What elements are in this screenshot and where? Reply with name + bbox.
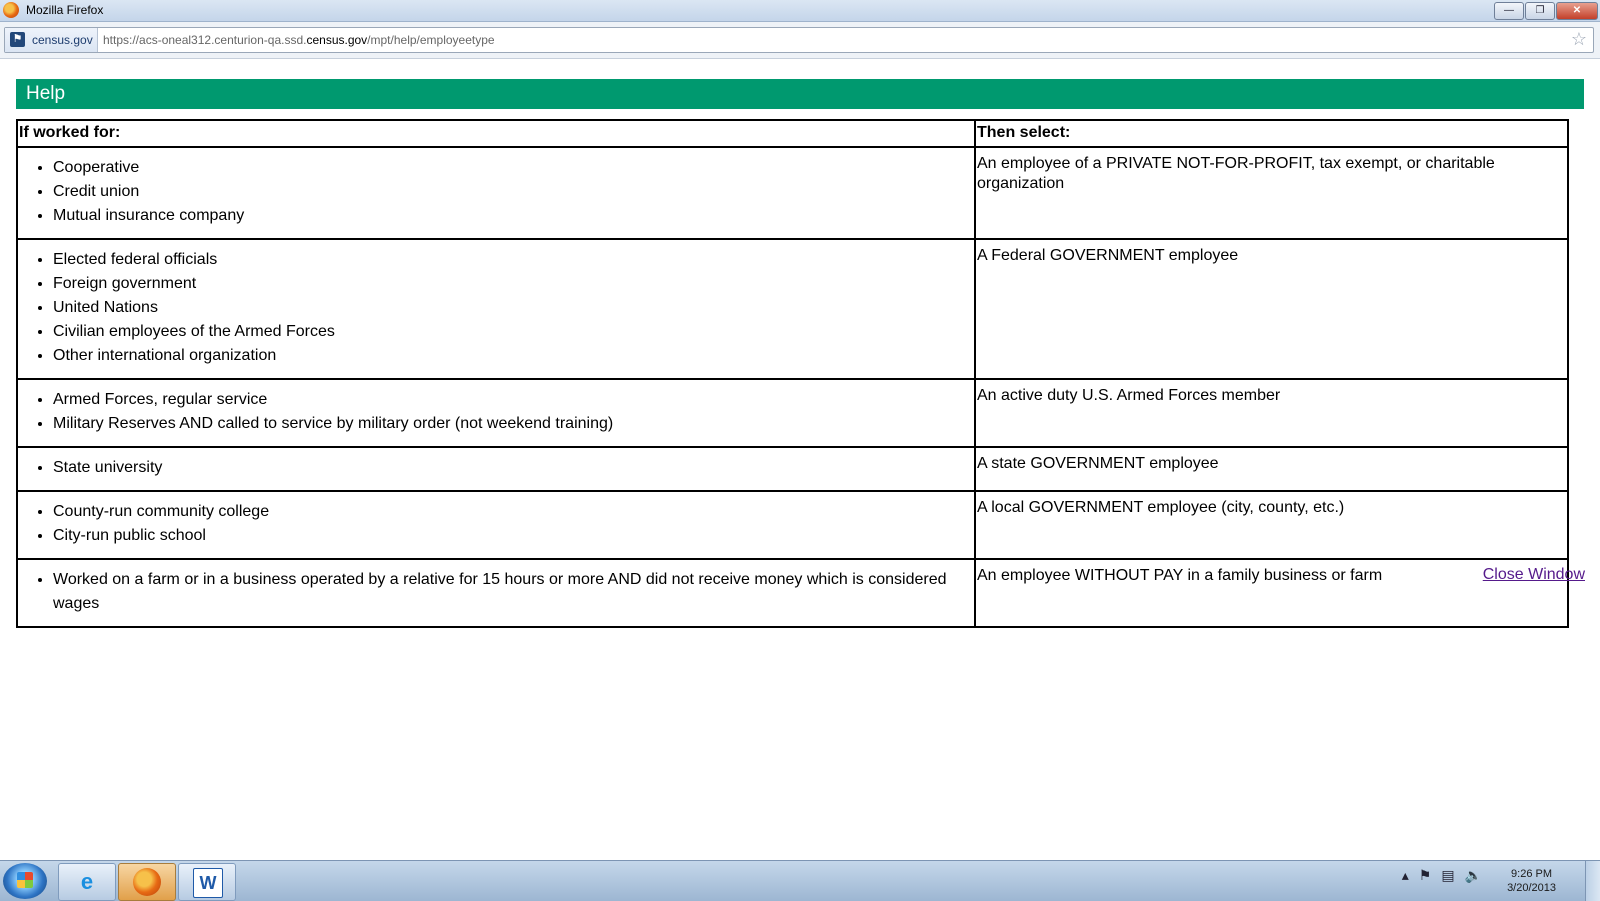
employer-list-item: Military Reserves AND called to service …: [53, 412, 973, 436]
close-button[interactable]: ✕: [1556, 2, 1598, 20]
window-titlebar: Mozilla Firefox — ❐ ✕: [0, 0, 1600, 22]
windows-logo-icon: [17, 872, 33, 888]
then-select-cell: A Federal GOVERNMENT employee: [974, 238, 1569, 380]
then-select-cell: An active duty U.S. Armed Forces member: [974, 378, 1569, 448]
taskbar-firefox[interactable]: [118, 863, 176, 901]
if-worked-for-cell: Worked on a farm or in a business operat…: [16, 558, 976, 628]
employee-type-table: If worked for: Then select: CooperativeC…: [16, 119, 1569, 628]
column-header-then-select: Then select:: [974, 119, 1569, 148]
employer-list-item: Credit union: [53, 180, 973, 204]
employer-list-item: City-run public school: [53, 524, 973, 548]
navigation-bar: ⚑ census.gov https://acs-oneal312.centur…: [0, 22, 1600, 59]
if-worked-for-cell: State university: [16, 446, 976, 492]
table-row: Armed Forces, regular serviceMilitary Re…: [16, 378, 1569, 448]
firefox-icon: [133, 868, 161, 896]
employer-list: Worked on a farm or in a business operat…: [19, 568, 973, 616]
table-row: Worked on a farm or in a business operat…: [16, 558, 1569, 628]
show-hidden-icons-icon[interactable]: ▴: [1402, 867, 1409, 884]
window-controls: — ❐ ✕: [1493, 2, 1598, 20]
table-body: CooperativeCredit unionMutual insurance …: [16, 146, 1569, 628]
employer-list: CooperativeCredit unionMutual insurance …: [19, 156, 973, 228]
minimize-button[interactable]: —: [1494, 2, 1524, 20]
system-tray: ▴ ⚑ ▤ 🔈: [1402, 867, 1482, 884]
employer-list: State university: [19, 456, 973, 480]
window-title: Mozilla Firefox: [26, 3, 104, 17]
table-row: Elected federal officialsForeign governm…: [16, 238, 1569, 380]
table-row: CooperativeCredit unionMutual insurance …: [16, 146, 1569, 240]
url-domain: census.gov: [306, 33, 368, 47]
table-row: State universityA state GOVERNMENT emplo…: [16, 446, 1569, 492]
taskbar-word[interactable]: W: [178, 863, 236, 901]
then-select-cell: A local GOVERNMENT employee (city, count…: [974, 490, 1569, 560]
site-identity-button[interactable]: ⚑ census.gov: [5, 28, 98, 52]
taskbar-internet-explorer[interactable]: e: [58, 863, 116, 901]
bookmark-star-icon[interactable]: ☆: [1571, 29, 1587, 50]
employer-list: County-run community collegeCity-run pub…: [19, 500, 973, 548]
start-button[interactable]: [3, 863, 47, 899]
employer-list-item: United Nations: [53, 296, 973, 320]
page-title: Help: [26, 83, 66, 104]
employer-list-item: Civilian employees of the Armed Forces: [53, 320, 973, 344]
if-worked-for-cell: Armed Forces, regular serviceMilitary Re…: [16, 378, 976, 448]
employer-list: Armed Forces, regular serviceMilitary Re…: [19, 388, 973, 436]
employer-list-item: State university: [53, 456, 973, 480]
site-favicon-icon: ⚑: [10, 32, 25, 47]
if-worked-for-cell: County-run community collegeCity-run pub…: [16, 490, 976, 560]
volume-icon[interactable]: 🔈: [1465, 867, 1482, 884]
then-select-cell: A state GOVERNMENT employee: [974, 446, 1569, 492]
then-select-cell: An employee of a PRIVATE NOT-FOR-PROFIT,…: [974, 146, 1569, 240]
show-desktop-button[interactable]: [1585, 861, 1600, 901]
firefox-icon: [3, 2, 19, 18]
internet-explorer-icon: e: [80, 869, 94, 894]
site-identity-label: census.gov: [32, 33, 93, 47]
system-clock[interactable]: 9:26 PM 3/20/2013: [1507, 867, 1556, 895]
employer-list-item: Mutual insurance company: [53, 204, 973, 228]
url-text[interactable]: https://acs-oneal312.centurion-qa.ssd.ce…: [103, 33, 495, 47]
employer-list-item: Elected federal officials: [53, 248, 973, 272]
then-select-cell: An employee WITHOUT PAY in a family busi…: [974, 558, 1569, 628]
word-icon: W: [193, 868, 223, 898]
employer-list-item: Other international organization: [53, 344, 973, 368]
column-header-if-worked-for: If worked for:: [16, 119, 976, 148]
taskbar: e W ▴ ⚑ ▤ 🔈 9:26 PM 3/20/2013: [0, 860, 1600, 901]
if-worked-for-cell: Elected federal officialsForeign governm…: [16, 238, 976, 380]
restore-button[interactable]: ❐: [1525, 2, 1555, 20]
action-center-flag-icon[interactable]: ⚑: [1419, 867, 1432, 884]
employer-list-item: County-run community college: [53, 500, 973, 524]
table-row: County-run community collegeCity-run pub…: [16, 490, 1569, 560]
network-icon[interactable]: ▤: [1441, 867, 1454, 884]
help-header: Help: [16, 79, 1584, 109]
url-path: /mpt/help/employeetype: [367, 33, 495, 47]
url-prefix: https://acs-oneal312.centurion-qa.ssd.: [103, 33, 307, 47]
if-worked-for-cell: CooperativeCredit unionMutual insurance …: [16, 146, 976, 240]
clock-time: 9:26 PM: [1511, 868, 1553, 880]
close-window-link[interactable]: Close Window: [1483, 566, 1585, 584]
employer-list-item: Worked on a farm or in a business operat…: [53, 568, 973, 616]
employer-list: Elected federal officialsForeign governm…: [19, 248, 973, 368]
employer-list-item: Foreign government: [53, 272, 973, 296]
employer-list-item: Armed Forces, regular service: [53, 388, 973, 412]
table-header-row: If worked for: Then select:: [16, 119, 1569, 148]
employer-list-item: Cooperative: [53, 156, 973, 180]
clock-date: 3/20/2013: [1507, 882, 1556, 894]
url-bar[interactable]: ⚑ census.gov https://acs-oneal312.centur…: [4, 27, 1594, 53]
